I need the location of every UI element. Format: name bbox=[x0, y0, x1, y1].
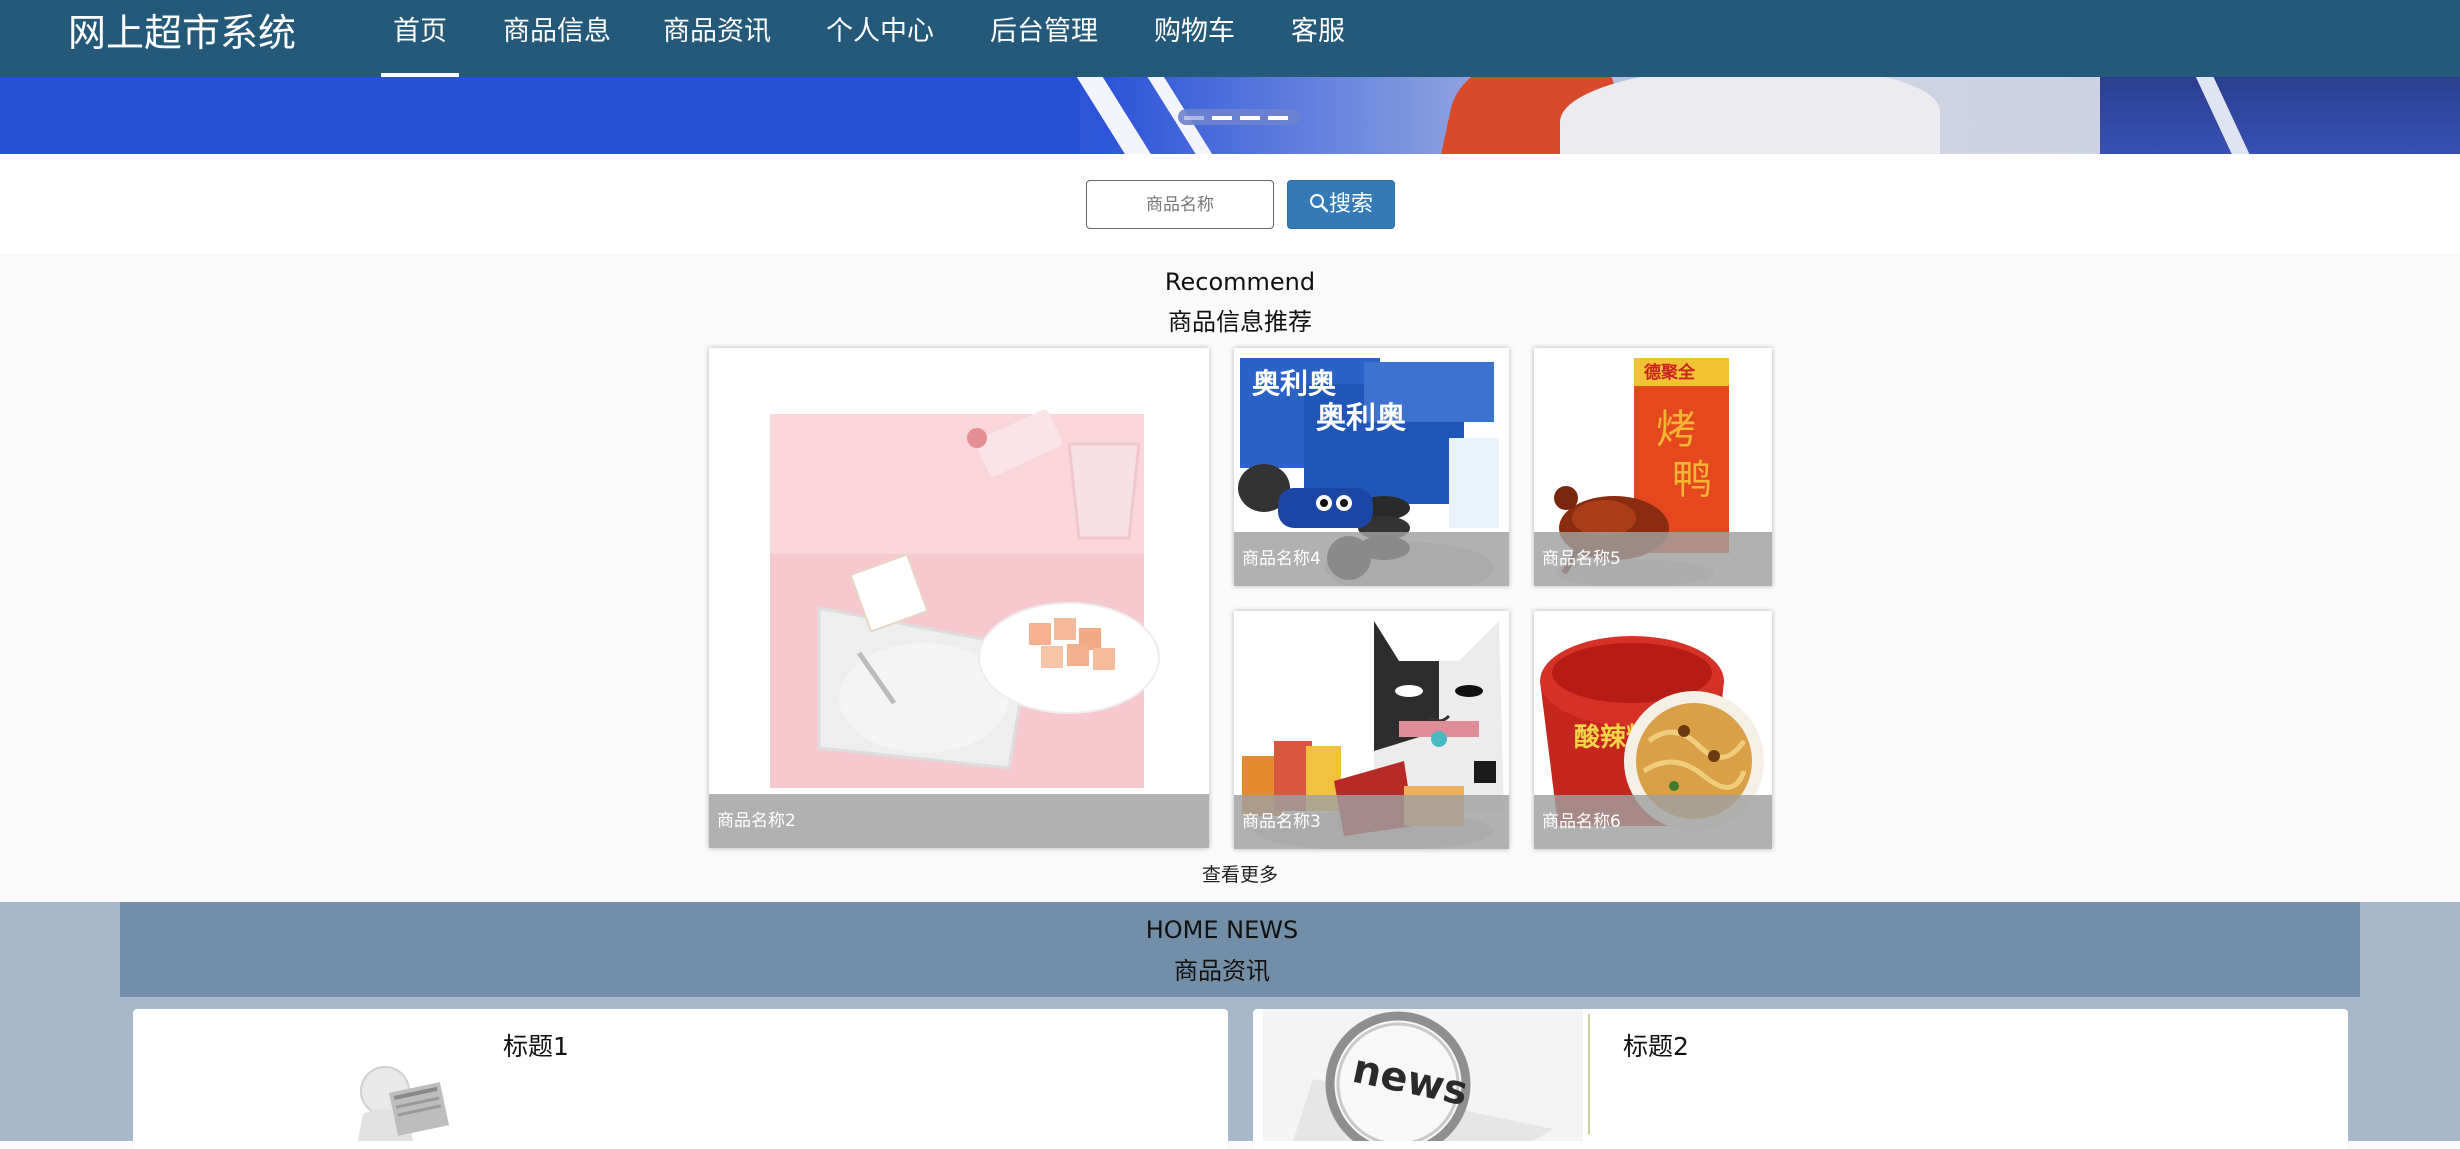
product-image bbox=[770, 409, 1160, 788]
nav-item-admin[interactable]: 后台管理 bbox=[990, 0, 1098, 77]
carousel-indicators bbox=[1178, 109, 1300, 125]
carousel-dot[interactable] bbox=[1268, 116, 1288, 120]
svg-text:奥利奥: 奥利奥 bbox=[1252, 367, 1336, 400]
carousel-dot[interactable] bbox=[1240, 116, 1260, 120]
carousel-dot[interactable] bbox=[1212, 116, 1232, 120]
banner-figure bbox=[1560, 77, 1940, 154]
banner-figure bbox=[2100, 77, 2460, 154]
news-thumbnail: news bbox=[1263, 1009, 1590, 1141]
search-icon bbox=[1309, 194, 1329, 213]
nav-item-cart[interactable]: 购物车 bbox=[1154, 0, 1235, 77]
site-title: 网上超市系统 bbox=[68, 11, 297, 55]
news-title-en: HOME NEWS bbox=[1145, 916, 1299, 944]
recommend-title-cn: 商品信息推荐 bbox=[1168, 308, 1312, 336]
product-name: 商品名称6 bbox=[1534, 795, 1772, 849]
svg-text:鸭: 鸭 bbox=[1672, 457, 1712, 503]
product-name: 商品名称5 bbox=[1534, 532, 1772, 586]
carousel-dot[interactable] bbox=[1184, 116, 1204, 120]
news-title-cn: 商品资讯 bbox=[1174, 957, 1270, 985]
news-thumbnail bbox=[358, 1066, 450, 1141]
product-name: 商品名称4 bbox=[1234, 532, 1509, 586]
product-card[interactable]: 德聚全 烤 鸭 商品名称5 bbox=[1534, 348, 1772, 586]
product-name-search-input[interactable] bbox=[1086, 180, 1274, 229]
news-card[interactable]: 标题1 bbox=[133, 1009, 1228, 1149]
product-name: 商品名称2 bbox=[709, 794, 1209, 848]
nav-item-home[interactable]: 首页 bbox=[381, 0, 459, 77]
news-item-title[interactable]: 标题2 bbox=[1623, 1027, 1689, 1063]
nav-item-customer-service[interactable]: 客服 bbox=[1291, 0, 1345, 77]
banner-background bbox=[0, 77, 1080, 154]
product-card[interactable]: 酸辣粉 商品名称6 bbox=[1534, 611, 1772, 849]
top-navigation-bar: 网上超市系统 首页 商品信息 商品资讯 个人中心 后台管理 购物车 客服 bbox=[0, 0, 2460, 77]
news-item-title[interactable]: 标题1 bbox=[503, 1027, 569, 1063]
search-button-label: 搜索 bbox=[1328, 192, 1373, 217]
product-card[interactable]: 奥利奥 奥利奥 商品名称4 bbox=[1234, 348, 1509, 586]
news-card[interactable]: news 标题2 bbox=[1253, 1009, 2348, 1149]
product-card[interactable]: 商品名称2 bbox=[709, 348, 1209, 848]
search-button[interactable]: 搜索 bbox=[1287, 180, 1395, 229]
svg-text:德聚全: 德聚全 bbox=[1644, 362, 1696, 383]
product-card[interactable]: 商品名称3 bbox=[1234, 611, 1509, 849]
banner-carousel[interactable] bbox=[0, 77, 2460, 154]
svg-text:奥利奥: 奥利奥 bbox=[1316, 401, 1406, 436]
recommend-title-en: Recommend bbox=[1164, 268, 1316, 296]
product-name: 商品名称3 bbox=[1234, 795, 1509, 849]
nav-item-product-news[interactable]: 商品资讯 bbox=[663, 0, 771, 77]
view-more-link[interactable]: 查看更多 bbox=[1140, 860, 1340, 887]
nav-item-products[interactable]: 商品信息 bbox=[503, 0, 611, 77]
svg-text:烤: 烤 bbox=[1656, 407, 1696, 453]
nav-item-personal-center[interactable]: 个人中心 bbox=[826, 0, 934, 77]
